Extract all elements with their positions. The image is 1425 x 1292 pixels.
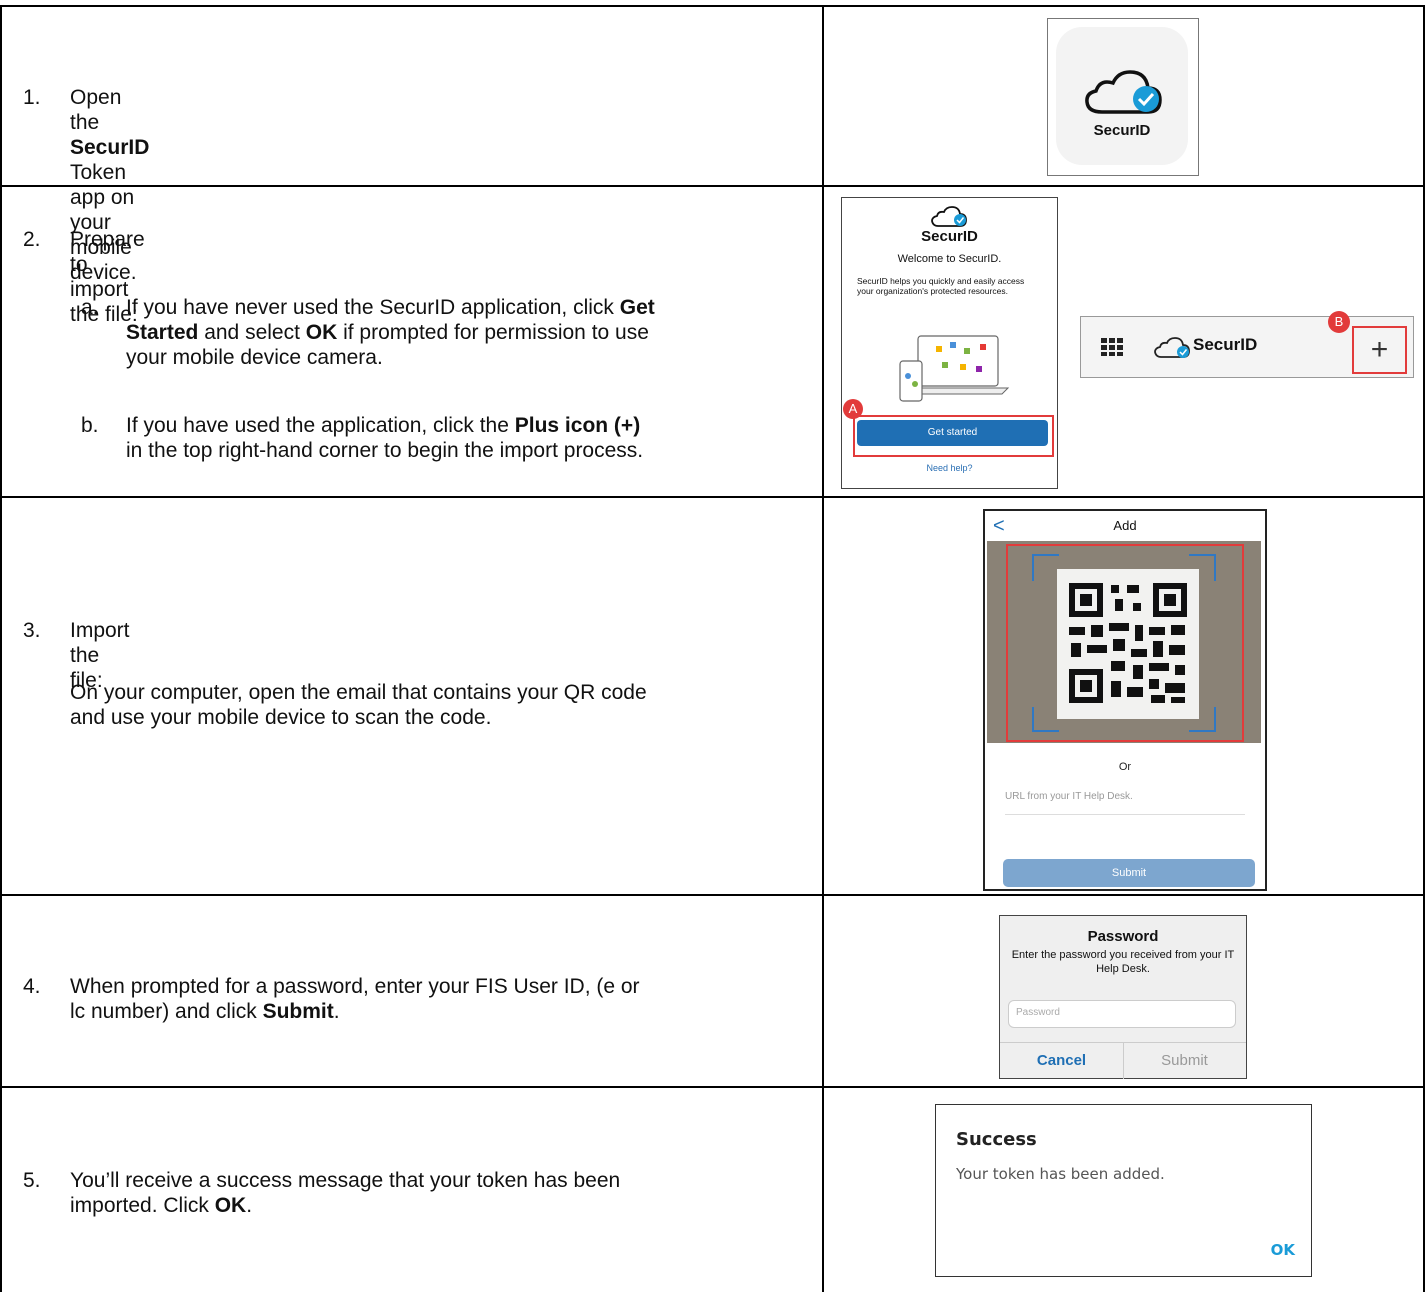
row-divider-3 (0, 894, 1425, 896)
grid-menu-icon[interactable] (1101, 338, 1123, 356)
plus-button-highlight: + (1352, 326, 1407, 374)
devices-illustration (899, 335, 1010, 402)
substep-letter: b. (81, 414, 99, 437)
welcome-screen-figure: SecurID Welcome to SecurID. SecurID help… (841, 197, 1058, 489)
table-border-left (0, 5, 2, 1292)
url-input[interactable]: URL from your IT Help Desk. (1005, 791, 1245, 815)
substep-text: If you have used the application, click … (126, 414, 644, 462)
step-number: 3. (23, 619, 41, 642)
app-toolbar-figure: SecurID + (1080, 316, 1414, 378)
step-number: 4. (23, 975, 41, 998)
password-dialog-title: Password (1087, 928, 1159, 945)
step-number: 1. (23, 86, 41, 109)
success-dialog-message: Your token has been added. (956, 1165, 1165, 1183)
submit-button[interactable]: Submit (1003, 859, 1255, 887)
ok-button[interactable]: OK (1271, 1241, 1295, 1259)
toolbar-brand: SecurID (1193, 335, 1258, 354)
securid-app-icon[interactable]: SecurID (1056, 27, 1188, 165)
row-divider-2 (0, 496, 1425, 498)
substep-text: If you have never used the SecurID appli… (126, 296, 655, 369)
substep-letter: a. (81, 296, 99, 319)
step-instruction: When prompted for a password, enter your… (70, 975, 640, 1023)
marker-b: B (1328, 311, 1350, 333)
row-divider-1 (0, 185, 1425, 187)
cancel-button[interactable]: Cancel (1000, 1043, 1124, 1079)
scanner-header: Add (1113, 518, 1137, 533)
app-icon-label: SecurID (1093, 122, 1151, 139)
welcome-title: Welcome to SecurID. (897, 253, 1002, 265)
or-separator: Or (1118, 761, 1132, 773)
step-instruction: You’ll receive a success message that yo… (70, 1169, 621, 1217)
welcome-description: SecurID helps you quickly and easily acc… (857, 276, 1025, 296)
password-dialog-buttons: Cancel Submit (1000, 1042, 1246, 1079)
table-border-middle (822, 5, 824, 1292)
success-dialog-figure: Success Your token has been added. OK (935, 1104, 1312, 1277)
qr-scanner-screen-figure: < Add Or URL from your IT Help Desk. Sub… (983, 509, 1267, 891)
submit-button[interactable]: Submit (1123, 1043, 1246, 1079)
cloud-check-icon (1154, 337, 1190, 358)
table-border-top (0, 5, 1425, 7)
marker-a: A (843, 399, 863, 419)
success-dialog-title: Success (956, 1129, 1037, 1150)
camera-preview (987, 541, 1261, 743)
cloud-check-icon (1085, 70, 1162, 114)
need-help-link[interactable]: Need help? (842, 463, 1057, 473)
row-divider-4 (0, 1086, 1425, 1088)
password-input[interactable]: Password (1008, 1000, 1236, 1028)
password-dialog-figure: Password Enter the password you received… (999, 915, 1247, 1079)
password-dialog-subtitle: Enter the password you received from you… (1011, 949, 1235, 975)
welcome-brand: SecurID (921, 228, 978, 245)
step-number: 5. (23, 1169, 41, 1192)
qr-code-image (1006, 544, 1244, 742)
get-started-button[interactable]: Get started (857, 420, 1048, 446)
securid-app-icon-figure: SecurID (1047, 18, 1199, 176)
step-number: 2. (23, 228, 41, 251)
plus-icon[interactable]: + (1354, 328, 1405, 372)
